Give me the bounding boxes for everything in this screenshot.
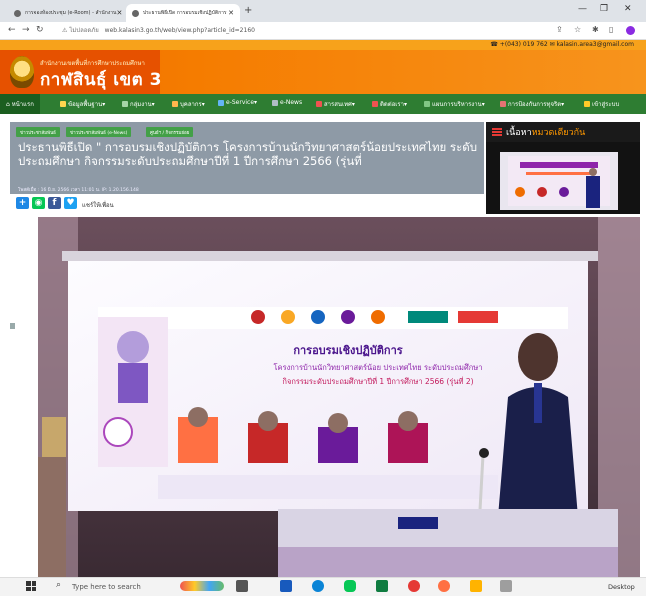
reload-icon[interactable]: ↻ bbox=[36, 25, 44, 35]
menu-contact[interactable]: ติดต่อเรา ▾ bbox=[372, 99, 407, 109]
folder-icon bbox=[60, 101, 66, 107]
paint-icon[interactable] bbox=[438, 580, 450, 592]
address-bar: ← → ↻ ⚠ ไม่ปลอดภัย web.kalasin3.go.th/we… bbox=[0, 22, 646, 40]
article-meta: โพสต์เมื่อ : 16 มิ.ย. 2566 เวลา 11:01 น.… bbox=[18, 188, 139, 193]
extensions-icon[interactable]: ✱ bbox=[592, 25, 599, 34]
task-view-icon[interactable] bbox=[236, 580, 248, 592]
news-icon bbox=[272, 99, 278, 106]
related-thumbnail-image bbox=[486, 142, 640, 214]
excel-icon[interactable] bbox=[376, 580, 388, 592]
share-icon[interactable]: ⇪ bbox=[556, 25, 563, 34]
close-window-icon[interactable]: ✕ bbox=[624, 4, 632, 14]
minimize-icon[interactable]: — bbox=[578, 4, 587, 14]
plan-icon bbox=[424, 101, 430, 107]
tab-title: การจองห้องประชุม (e-Room) - สำนักงาน bbox=[25, 10, 117, 16]
menu-e-service[interactable]: e-Service ▾ bbox=[218, 99, 257, 106]
menu-home[interactable]: ⌂ หน้าแรก bbox=[0, 94, 40, 114]
menu-login[interactable]: เข้าสู่ระบบ bbox=[584, 99, 619, 109]
taskbar-search-input[interactable]: Type here to search bbox=[72, 583, 141, 591]
main-menu: ⌂ หน้าแรก ข้อมูลพื้นฐาน ▾ กลุ่มงาน ▾ บุคลา… bbox=[0, 94, 646, 114]
menu-personnel[interactable]: บุคลากร ▾ bbox=[172, 99, 205, 109]
breadcrumb-item[interactable]: ข่าวประชาสัมพันธ์ (e-News) bbox=[66, 127, 132, 137]
share-plus-icon[interactable]: + bbox=[16, 197, 29, 209]
menu-groups[interactable]: กลุ่มงาน ▾ bbox=[122, 99, 155, 109]
menu-e-news[interactable]: e-News bbox=[272, 99, 302, 106]
tab-favicon-icon bbox=[14, 9, 21, 17]
list-icon bbox=[492, 128, 502, 136]
org-seal-icon bbox=[10, 56, 34, 88]
breadcrumb-item[interactable]: ศูนย์ฯ / กิจกรรมย่อย bbox=[146, 127, 194, 137]
word-icon[interactable] bbox=[280, 580, 292, 592]
contact-info: ☎ +(043) 019 762 ✉ kalasin.area3@gmail.c… bbox=[490, 41, 634, 48]
widgets-icon[interactable] bbox=[180, 581, 224, 591]
phone-icon bbox=[372, 101, 378, 107]
article-headline: ประธานพิธีเปิด " การอบรมเชิงปฏิบัติการ โ… bbox=[18, 140, 478, 168]
menu-admin-plan[interactable]: แผนการบริหารงาน ▾ bbox=[424, 99, 485, 109]
line-app-icon[interactable] bbox=[344, 580, 356, 592]
url-text: web.kalasin3.go.th/web/view.php?article_… bbox=[104, 27, 255, 34]
shield-icon bbox=[500, 101, 506, 107]
article-photo: การอบรมเชิงปฏิบัติการ โครงการบ้านนักวิทย… bbox=[38, 217, 640, 577]
menu-anti-corruption[interactable]: การป้องกันการทุจริต ▾ bbox=[500, 99, 564, 109]
profile-avatar[interactable] bbox=[626, 26, 635, 35]
line-share-icon[interactable]: ◉ bbox=[32, 197, 45, 209]
person-icon bbox=[172, 101, 178, 107]
banner-line-2: กิจกรรมระดับประถมศึกษาปีที่ 1 ปีการศึกษา… bbox=[282, 376, 474, 386]
forward-icon[interactable]: → bbox=[22, 25, 30, 35]
service-icon bbox=[218, 99, 224, 106]
home-icon: ⌂ bbox=[6, 100, 10, 108]
related-heading-highlight: หมวดเดียวกัน bbox=[531, 128, 586, 138]
new-tab-button[interactable]: + bbox=[244, 5, 252, 16]
contact-bar: ☎ +(043) 019 762 ✉ kalasin.area3@gmail.c… bbox=[0, 40, 646, 50]
back-icon[interactable]: ← bbox=[8, 25, 16, 35]
org-title: กาฬสินธุ์ เขต 3 bbox=[40, 70, 162, 90]
edge-icon[interactable] bbox=[312, 580, 324, 592]
desktop-label[interactable]: Desktop bbox=[608, 583, 635, 591]
menu-information[interactable]: สารสนเทศ ▾ bbox=[316, 99, 355, 109]
maximize-icon[interactable]: ❐ bbox=[600, 4, 608, 14]
close-tab-icon[interactable]: ✕ bbox=[228, 9, 234, 17]
related-thumbnail[interactable] bbox=[486, 142, 640, 214]
sidepanel-icon[interactable]: ▯ bbox=[609, 25, 613, 34]
url-security-label: ไม่ปลอดภัย bbox=[69, 27, 99, 34]
info-icon bbox=[316, 101, 322, 107]
windows-start-icon[interactable] bbox=[26, 581, 36, 591]
banner-line-1: โครงการบ้านนักวิทยาศาสตร์น้อย ประเทศไทย … bbox=[274, 363, 483, 372]
tab-favicon-icon bbox=[132, 9, 139, 17]
calculator-icon[interactable] bbox=[500, 580, 512, 592]
search-icon[interactable]: ⌕ bbox=[56, 580, 61, 590]
related-heading-prefix: เนื้อหา bbox=[506, 128, 532, 138]
browser-tab-active[interactable]: ประธานพิธีเปิด การอบรมเชิงปฏิบัติการ ✕ bbox=[126, 4, 240, 22]
banner-title: การอบรมเชิงปฏิบัติการ bbox=[293, 344, 402, 357]
chrome-icon[interactable] bbox=[408, 580, 420, 592]
close-tab-icon[interactable]: ✕ bbox=[116, 9, 122, 17]
share-label: แชร์ให้เพื่อน bbox=[82, 202, 114, 209]
scroll-marker bbox=[10, 323, 15, 329]
facebook-share-icon[interactable]: f bbox=[48, 197, 61, 209]
warning-icon: ⚠ bbox=[62, 27, 68, 34]
file-explorer-icon[interactable] bbox=[470, 580, 482, 592]
twitter-share-icon[interactable]: ♥ bbox=[64, 197, 77, 209]
tab-title: ประธานพิธีเปิด การอบรมเชิงปฏิบัติการ bbox=[143, 10, 227, 16]
group-icon bbox=[122, 101, 128, 107]
browser-tab[interactable]: การจองห้องประชุม (e-Room) - สำนักงาน ✕ bbox=[8, 4, 124, 22]
menu-basic-info[interactable]: ข้อมูลพื้นฐาน ▾ bbox=[60, 99, 105, 109]
browser-tab-bar: การจองห้องประชุม (e-Room) - สำนักงาน ✕ ป… bbox=[0, 0, 646, 22]
url-field[interactable]: ⚠ ไม่ปลอดภัย web.kalasin3.go.th/web/view… bbox=[62, 25, 255, 35]
related-content-heading: เนื้อหา หมวดเดียวกัน bbox=[486, 122, 640, 142]
bookmark-star-icon[interactable]: ☆ bbox=[574, 25, 581, 34]
key-icon bbox=[584, 101, 590, 107]
breadcrumb-item[interactable]: ข่าวประชาสัมพันธ์ bbox=[16, 127, 60, 137]
event-photo-image: การอบรมเชิงปฏิบัติการ โครงการบ้านนักวิทย… bbox=[38, 217, 640, 577]
